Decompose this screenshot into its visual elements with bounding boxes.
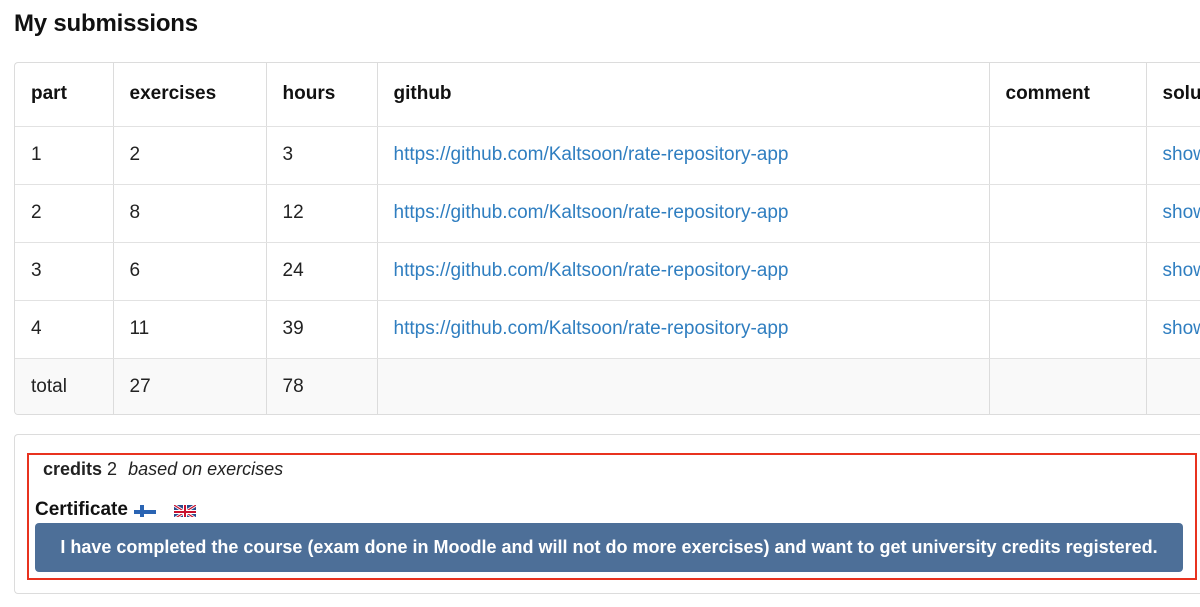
cell-github: https://github.com/Kaltsoon/rate-reposit… <box>377 300 990 359</box>
github-link[interactable]: https://github.com/Kaltsoon/rate-reposit… <box>394 202 789 223</box>
submissions-table: part exercises hours github comment solu… <box>15 63 1200 414</box>
cell-part: 4 <box>15 300 114 359</box>
cell-hours: 24 <box>266 242 378 301</box>
cell-comment <box>989 184 1147 243</box>
show-solutions-link[interactable]: show <box>1163 260 1200 281</box>
cell-part: 1 <box>15 126 114 185</box>
show-solutions-link[interactable]: show <box>1163 144 1200 165</box>
credits-label: credits <box>43 459 103 479</box>
cell-empty <box>989 358 1147 414</box>
github-link[interactable]: https://github.com/Kaltsoon/rate-reposit… <box>394 318 789 339</box>
cell-exercises: 2 <box>113 126 267 185</box>
github-link[interactable]: https://github.com/Kaltsoon/rate-reposit… <box>394 144 789 165</box>
complete-course-button[interactable]: I have completed the course (exam done i… <box>35 523 1183 572</box>
cell-comment <box>989 242 1147 301</box>
cell-comment <box>989 300 1147 359</box>
cell-github: https://github.com/Kaltsoon/rate-reposit… <box>377 242 990 301</box>
cell-solutions: show <box>1146 242 1200 301</box>
cell-empty <box>1146 358 1200 414</box>
table-header-row: part exercises hours github comment solu… <box>15 63 1200 127</box>
certificate-row: Certificate <box>35 499 196 521</box>
cell-total-hours: 78 <box>266 358 378 414</box>
column-header-comment: comment <box>989 63 1147 127</box>
column-header-github: github <box>377 63 990 127</box>
finland-flag-icon[interactable] <box>133 503 156 517</box>
show-solutions-link[interactable]: show <box>1163 202 1200 223</box>
cell-solutions: show <box>1146 126 1200 185</box>
table-row: 1 2 3 https://github.com/Kaltsoon/rate-r… <box>15 126 1200 185</box>
github-link[interactable]: https://github.com/Kaltsoon/rate-reposit… <box>394 260 789 281</box>
cell-hours: 3 <box>266 126 378 185</box>
cell-solutions: show <box>1146 184 1200 243</box>
column-header-hours: hours <box>266 63 378 127</box>
page-title: My submissions <box>14 10 198 37</box>
cell-total-exercises: 27 <box>113 358 267 414</box>
cell-exercises: 11 <box>113 300 267 359</box>
credits-value: 2 <box>107 459 118 479</box>
cell-part: 3 <box>15 242 114 301</box>
cell-total-label: total <box>15 358 114 414</box>
column-header-exercises: exercises <box>113 63 267 127</box>
cell-exercises: 6 <box>113 242 267 301</box>
show-solutions-link[interactable]: show <box>1163 318 1200 339</box>
cell-hours: 39 <box>266 300 378 359</box>
cell-github: https://github.com/Kaltsoon/rate-reposit… <box>377 126 990 185</box>
cell-part: 2 <box>15 184 114 243</box>
uk-flag-icon[interactable] <box>173 503 196 517</box>
cell-hours: 12 <box>266 184 378 243</box>
credits-summary: credits 2 based on exercises <box>43 459 283 480</box>
cell-github: https://github.com/Kaltsoon/rate-reposit… <box>377 184 990 243</box>
table-row: 4 11 39 https://github.com/Kaltsoon/rate… <box>15 300 1200 359</box>
table-total-row: total 27 78 <box>15 358 1200 414</box>
cell-exercises: 8 <box>113 184 267 243</box>
cell-comment <box>989 126 1147 185</box>
column-header-solutions: solut <box>1146 63 1200 127</box>
cell-empty <box>377 358 990 414</box>
certificate-label: Certificate <box>35 499 128 520</box>
column-header-part: part <box>15 63 114 127</box>
cell-solutions: show <box>1146 300 1200 359</box>
table-row: 3 6 24 https://github.com/Kaltsoon/rate-… <box>15 242 1200 301</box>
credits-basis: based on exercises <box>128 459 284 479</box>
submissions-table-card: part exercises hours github comment solu… <box>14 62 1200 415</box>
table-row: 2 8 12 https://github.com/Kaltsoon/rate-… <box>15 184 1200 243</box>
